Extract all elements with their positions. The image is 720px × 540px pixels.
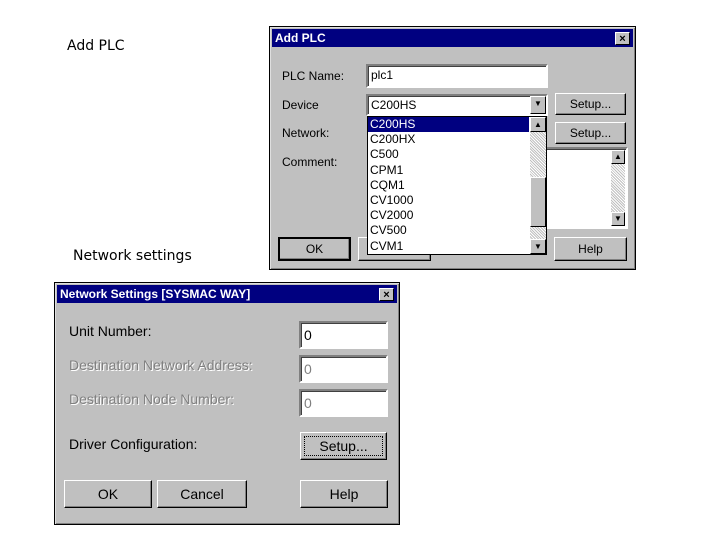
close-icon[interactable]: × bbox=[379, 288, 394, 301]
network-titlebar: Network Settings [SYSMAC WAY] × bbox=[57, 285, 397, 303]
device-dropdown-arrow-icon[interactable]: ▼ bbox=[530, 96, 546, 114]
list-scroll-up-icon[interactable]: ▲ bbox=[530, 117, 546, 132]
device-option[interactable]: CVM1 bbox=[368, 239, 529, 254]
scroll-up-icon[interactable]: ▲ bbox=[611, 150, 625, 164]
device-dropdown-list[interactable]: C200HS C200HX C500 CPM1 CQM1 CV1000 CV2000 CV50… bbox=[367, 116, 547, 255]
add-plc-help-label: Help bbox=[578, 242, 603, 256]
network-setup-label: Setup... bbox=[569, 126, 612, 140]
device-setup-label: Setup... bbox=[569, 97, 612, 111]
driver-setup-label: Setup... bbox=[319, 438, 368, 454]
device-option[interactable]: C200HX bbox=[368, 132, 529, 147]
device-option[interactable]: C200HS bbox=[368, 117, 529, 133]
dest-network-label: Destination Network Address: bbox=[69, 357, 253, 373]
device-setup-button[interactable]: Setup... bbox=[555, 93, 626, 115]
dest-node-label: Destination Node Number: bbox=[69, 391, 234, 407]
add-plc-ok-label: OK bbox=[305, 242, 324, 256]
add-plc-dialog: Add PLC × PLC Name: plc1 Device C200HS ▼… bbox=[269, 26, 636, 270]
device-option[interactable]: CV2000 bbox=[368, 208, 529, 223]
network-ok-label: OK bbox=[97, 486, 119, 502]
add-plc-caption: Add PLC bbox=[67, 38, 125, 54]
dest-network-input: 0 bbox=[299, 355, 388, 383]
device-option-list: C200HS C200HX C500 CPM1 CQM1 CV1000 CV2000 CV50… bbox=[368, 117, 529, 254]
list-scroll-down-icon[interactable]: ▼ bbox=[530, 239, 546, 254]
plc-name-label: PLC Name: bbox=[282, 69, 345, 83]
network-cancel-button[interactable]: Cancel bbox=[157, 480, 247, 508]
network-setup-button[interactable]: Setup... bbox=[555, 122, 626, 144]
network-settings-caption: Network settings bbox=[73, 248, 192, 264]
add-plc-titlebar: Add PLC × bbox=[272, 29, 633, 47]
network-help-button[interactable]: Help bbox=[300, 480, 388, 508]
scroll-down-icon[interactable]: ▼ bbox=[611, 212, 625, 226]
list-scroll-thumb[interactable] bbox=[530, 177, 546, 227]
device-list-scrollbar[interactable]: ▲ ▼ bbox=[530, 117, 546, 254]
unit-number-input[interactable]: 0 bbox=[299, 321, 388, 349]
comment-label: Comment: bbox=[282, 155, 338, 169]
add-plc-help-button[interactable]: Help bbox=[554, 237, 627, 261]
dest-node-input: 0 bbox=[299, 389, 388, 417]
unit-number-label: Unit Number: bbox=[69, 323, 152, 339]
comment-scrollbar[interactable]: ▲ ▼ bbox=[611, 150, 625, 226]
device-option[interactable]: CV1000 bbox=[368, 193, 529, 208]
plc-name-input[interactable]: plc1 bbox=[366, 64, 548, 88]
network-ok-button[interactable]: OK bbox=[64, 480, 152, 508]
add-plc-ok-button[interactable]: OK bbox=[278, 237, 351, 261]
network-settings-dialog: Network Settings [SYSMAC WAY] × Unit Num… bbox=[54, 282, 400, 525]
network-label: Network: bbox=[282, 126, 330, 140]
device-option[interactable]: CPM1 bbox=[368, 163, 529, 178]
close-icon[interactable]: × bbox=[615, 32, 630, 45]
network-help-label: Help bbox=[329, 486, 359, 502]
driver-setup-button[interactable]: Setup... bbox=[300, 432, 387, 460]
device-select[interactable]: C200HS bbox=[366, 94, 548, 116]
network-cancel-label: Cancel bbox=[180, 486, 224, 502]
network-title: Network Settings [SYSMAC WAY] bbox=[60, 287, 251, 301]
device-select-value: C200HS bbox=[371, 98, 417, 112]
device-option[interactable]: CV500 bbox=[368, 223, 529, 238]
add-plc-title: Add PLC bbox=[275, 31, 326, 45]
device-option[interactable]: CQM1 bbox=[368, 178, 529, 193]
device-option[interactable]: C500 bbox=[368, 147, 529, 162]
driver-config-label: Driver Configuration: bbox=[69, 436, 198, 452]
device-label: Device bbox=[282, 98, 319, 112]
